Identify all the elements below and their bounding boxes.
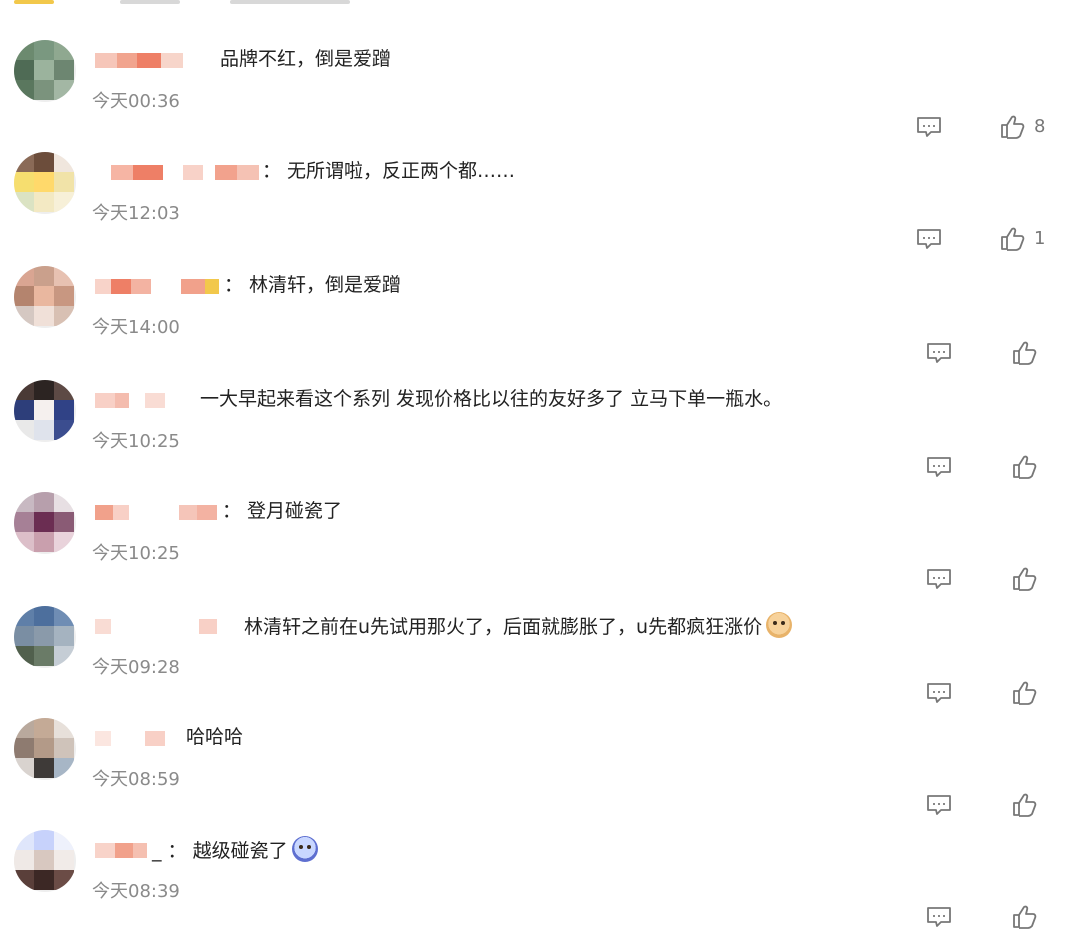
like-count: 8 bbox=[1034, 116, 1046, 137]
avatar[interactable] bbox=[14, 266, 76, 328]
comment-actions: 8 bbox=[914, 112, 1080, 146]
comment-bubble-icon[interactable] bbox=[914, 112, 944, 142]
username-blurred[interactable] bbox=[95, 390, 185, 410]
avatar[interactable] bbox=[14, 606, 76, 668]
comment-text: 哈哈哈 bbox=[186, 726, 244, 748]
comment-bubble-icon[interactable] bbox=[914, 224, 944, 254]
username-blurred[interactable] bbox=[95, 276, 235, 296]
top-cutoff-bar bbox=[0, 0, 1080, 8]
comment-bubble-icon[interactable] bbox=[924, 564, 954, 594]
comment-actions bbox=[924, 902, 1080, 936]
avatar[interactable] bbox=[14, 40, 76, 102]
comment-time: 今天08:39 bbox=[92, 881, 180, 902]
comment-item: 品牌不红，倒是爱蹭 今天00:36 8 bbox=[0, 30, 1080, 142]
like-count: 1 bbox=[1034, 228, 1046, 249]
comment-actions: 1 bbox=[914, 224, 1080, 258]
avatar[interactable] bbox=[14, 492, 76, 554]
avatar[interactable] bbox=[14, 718, 76, 780]
emoji-face-icon bbox=[291, 836, 318, 862]
comment-time: 今天09:28 bbox=[92, 657, 180, 678]
avatar[interactable] bbox=[14, 380, 76, 442]
comment-actions bbox=[924, 564, 1080, 598]
comment-item: 哈哈哈 今天08:59 bbox=[0, 708, 1080, 820]
comment-item: 林清轩之前在u先试用那火了，后面就膨胀了，u先都疯狂涨价 今天09:28 bbox=[0, 596, 1080, 708]
comment-item: _ ： 越级碰瓷了 今天08:39 bbox=[0, 820, 1080, 932]
username-blurred[interactable] bbox=[95, 162, 270, 182]
comment-actions bbox=[924, 452, 1080, 486]
comment-actions bbox=[924, 678, 1080, 712]
comment-time: 今天12:03 bbox=[92, 203, 180, 224]
comment-item: ： 无所谓啦，反正两个都…… 今天12:03 1 bbox=[0, 142, 1080, 254]
comment-bubble-icon[interactable] bbox=[924, 452, 954, 482]
comment-actions bbox=[924, 338, 1080, 372]
comment-time: 今天08:59 bbox=[92, 769, 180, 790]
username-blurred[interactable] bbox=[95, 840, 155, 860]
comment-text: 林清轩之前在u先试用那火了，后面就膨胀了，u先都疯狂涨价 bbox=[244, 612, 793, 640]
thumbs-up-icon[interactable] bbox=[998, 224, 1028, 254]
comment-text: ： 无所谓啦，反正两个都…… bbox=[262, 160, 516, 182]
comment-text: ： 林清轩，倒是爱蹭 bbox=[224, 274, 402, 296]
comment-text: 品牌不红，倒是爱蹭 bbox=[220, 48, 392, 70]
thumbs-up-icon[interactable] bbox=[1010, 338, 1040, 368]
comment-time: 今天10:25 bbox=[92, 543, 180, 564]
username-blurred[interactable] bbox=[95, 616, 225, 636]
avatar[interactable] bbox=[14, 830, 76, 892]
comment-text: 一大早起来看这个系列 发现价格比以往的友好多了 立马下单一瓶水。 bbox=[200, 388, 783, 410]
comment-actions bbox=[924, 790, 1080, 824]
username-blurred[interactable] bbox=[95, 502, 225, 522]
comment-item: 一大早起来看这个系列 发现价格比以往的友好多了 立马下单一瓶水。 今天10:25 bbox=[0, 370, 1080, 482]
comment-bubble-icon[interactable] bbox=[924, 678, 954, 708]
comment-bubble-icon[interactable] bbox=[924, 338, 954, 368]
thumbs-up-icon[interactable] bbox=[998, 112, 1028, 142]
comment-text: _ ： 越级碰瓷了 bbox=[152, 836, 318, 864]
avatar[interactable] bbox=[14, 152, 76, 214]
comment-time: 今天14:00 bbox=[92, 317, 180, 338]
username-blurred[interactable] bbox=[95, 50, 235, 70]
comment-bubble-icon[interactable] bbox=[924, 790, 954, 820]
comment-bubble-icon[interactable] bbox=[924, 902, 954, 932]
comment-time: 今天10:25 bbox=[92, 431, 180, 452]
emoji-face-icon bbox=[766, 612, 793, 638]
thumbs-up-icon[interactable] bbox=[1010, 564, 1040, 594]
thumbs-up-icon[interactable] bbox=[1010, 902, 1040, 932]
comment-time: 今天00:36 bbox=[92, 91, 180, 112]
thumbs-up-icon[interactable] bbox=[1010, 790, 1040, 820]
thumbs-up-icon[interactable] bbox=[1010, 452, 1040, 482]
comment-text: ： 登月碰瓷了 bbox=[222, 500, 343, 522]
comment-item: ： 登月碰瓷了 今天10:25 bbox=[0, 482, 1080, 594]
thumbs-up-icon[interactable] bbox=[1010, 678, 1040, 708]
username-blurred[interactable] bbox=[95, 728, 185, 748]
comment-item: ： 林清轩，倒是爱蹭 今天14:00 bbox=[0, 256, 1080, 368]
